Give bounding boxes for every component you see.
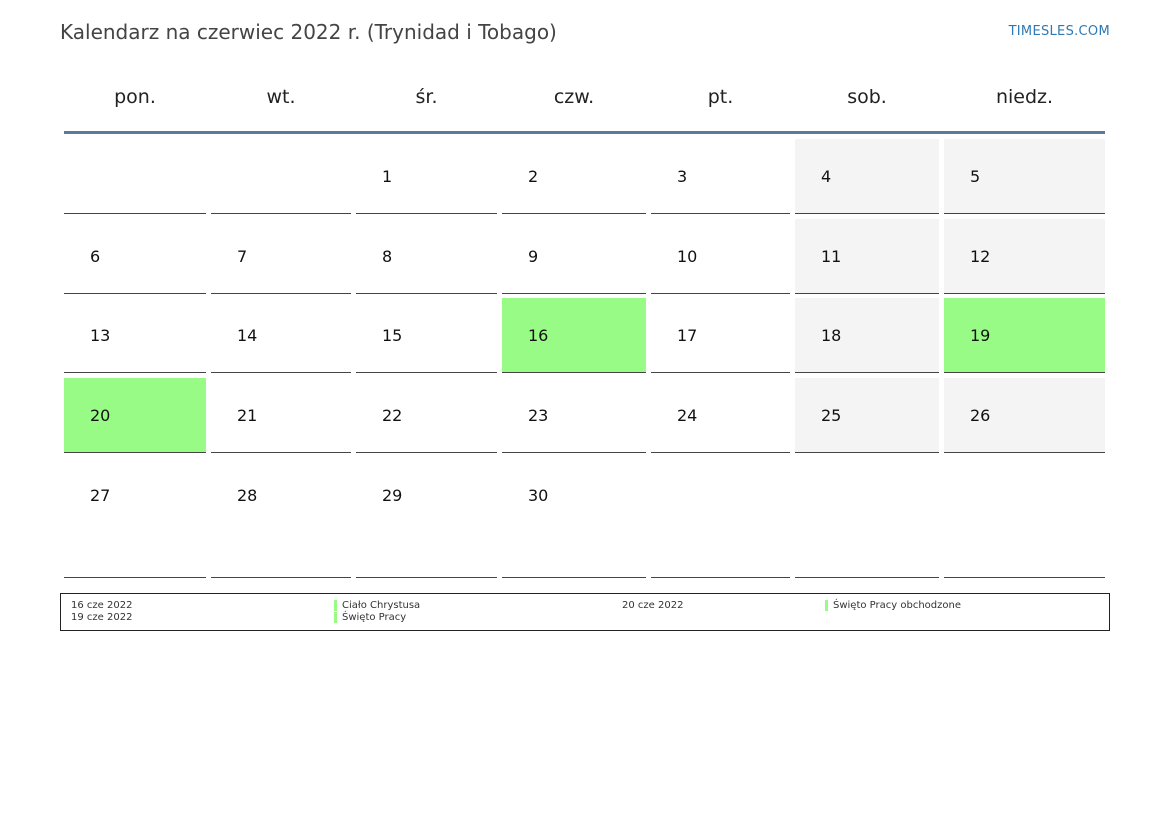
day-number: 9	[528, 247, 539, 266]
day-cell-weekend: 5	[944, 139, 1105, 214]
day-number: 29	[382, 486, 403, 505]
day-number: 13	[90, 326, 111, 345]
day-number: 19	[970, 326, 991, 345]
legend-color-marker	[825, 600, 828, 611]
weekday-label: sob.	[847, 86, 887, 108]
day-cell: 30	[502, 458, 646, 578]
day-number: 3	[677, 167, 688, 186]
day-cell: 15	[356, 298, 497, 373]
day-number: 27	[90, 486, 111, 505]
day-number: 30	[528, 486, 549, 505]
day-cell-holiday: 16	[502, 298, 646, 373]
day-cell-weekend: 25	[795, 378, 939, 453]
weekday-label: wt.	[266, 86, 296, 108]
day-cell: 29	[356, 458, 497, 578]
site-link[interactable]: TIMESLES.COM	[1009, 24, 1110, 39]
day-cell: 1	[356, 139, 497, 214]
day-number: 28	[237, 486, 258, 505]
weekday-label: śr.	[415, 86, 438, 108]
legend-date: 16 cze 2022	[71, 600, 133, 611]
day-cell	[64, 139, 206, 214]
day-number: 26	[970, 406, 991, 425]
day-cell: 22	[356, 378, 497, 453]
legend-date: 19 cze 2022	[71, 612, 133, 623]
day-number: 16	[528, 326, 549, 345]
day-number: 5	[970, 167, 981, 186]
day-number: 25	[821, 406, 842, 425]
day-cell-holiday: 19	[944, 298, 1105, 373]
day-cell-weekend: 12	[944, 219, 1105, 294]
day-cell-holiday: 20	[64, 378, 206, 453]
day-cell-weekend: 18	[795, 298, 939, 373]
day-number: 11	[821, 247, 842, 266]
day-cell: 13	[64, 298, 206, 373]
legend-date: 20 cze 2022	[622, 600, 684, 611]
day-cell: 10	[651, 219, 790, 294]
weekday-label: pt.	[707, 86, 734, 108]
day-cell-weekend: 11	[795, 219, 939, 294]
day-cell: 17	[651, 298, 790, 373]
day-cell	[651, 458, 790, 578]
day-number: 18	[821, 326, 842, 345]
day-cell: 23	[502, 378, 646, 453]
day-number: 22	[382, 406, 403, 425]
day-number: 21	[237, 406, 258, 425]
day-cell: 28	[211, 458, 351, 578]
day-cell: 8	[356, 219, 497, 294]
legend-color-marker	[334, 600, 337, 611]
day-cell: 6	[64, 219, 206, 294]
legend-holiday-name: Ciało Chrystusa	[342, 600, 421, 611]
day-cell: 7	[211, 219, 351, 294]
page-title: Kalendarz na czerwiec 2022 r. (Trynidad …	[60, 20, 557, 44]
day-cell	[795, 458, 939, 578]
day-number: 4	[821, 167, 832, 186]
day-number: 6	[90, 247, 101, 266]
weekday-label: niedz.	[995, 86, 1054, 108]
day-number: 8	[382, 247, 393, 266]
day-number: 12	[970, 247, 991, 266]
day-cell: 24	[651, 378, 790, 453]
day-cell: 2	[502, 139, 646, 214]
day-number: 24	[677, 406, 698, 425]
weekday-label: pon.	[114, 86, 156, 108]
weekday-label: czw.	[553, 86, 595, 108]
legend-holiday-name: Święto Pracy	[342, 612, 407, 623]
day-cell: 9	[502, 219, 646, 294]
day-number: 23	[528, 406, 549, 425]
day-cell: 27	[64, 458, 206, 578]
day-number: 14	[237, 326, 258, 345]
holiday-legend: 16 cze 2022 Ciało Chrystusa 19 cze 2022 …	[60, 593, 1110, 631]
day-cell-weekend: 4	[795, 139, 939, 214]
day-number: 7	[237, 247, 248, 266]
day-number: 20	[90, 406, 111, 425]
day-number: 10	[677, 247, 698, 266]
header-divider	[64, 131, 1105, 134]
day-number: 1	[382, 167, 393, 186]
day-cell: 14	[211, 298, 351, 373]
day-number: 15	[382, 326, 403, 345]
day-cell: 3	[651, 139, 790, 214]
legend-color-marker	[334, 612, 337, 623]
day-number: 2	[528, 167, 539, 186]
legend-holiday-name: Święto Pracy obchodzone	[833, 600, 961, 611]
day-cell-weekend: 26	[944, 378, 1105, 453]
day-number: 17	[677, 326, 698, 345]
day-cell	[211, 139, 351, 214]
day-cell: 21	[211, 378, 351, 453]
day-cell	[944, 458, 1105, 578]
